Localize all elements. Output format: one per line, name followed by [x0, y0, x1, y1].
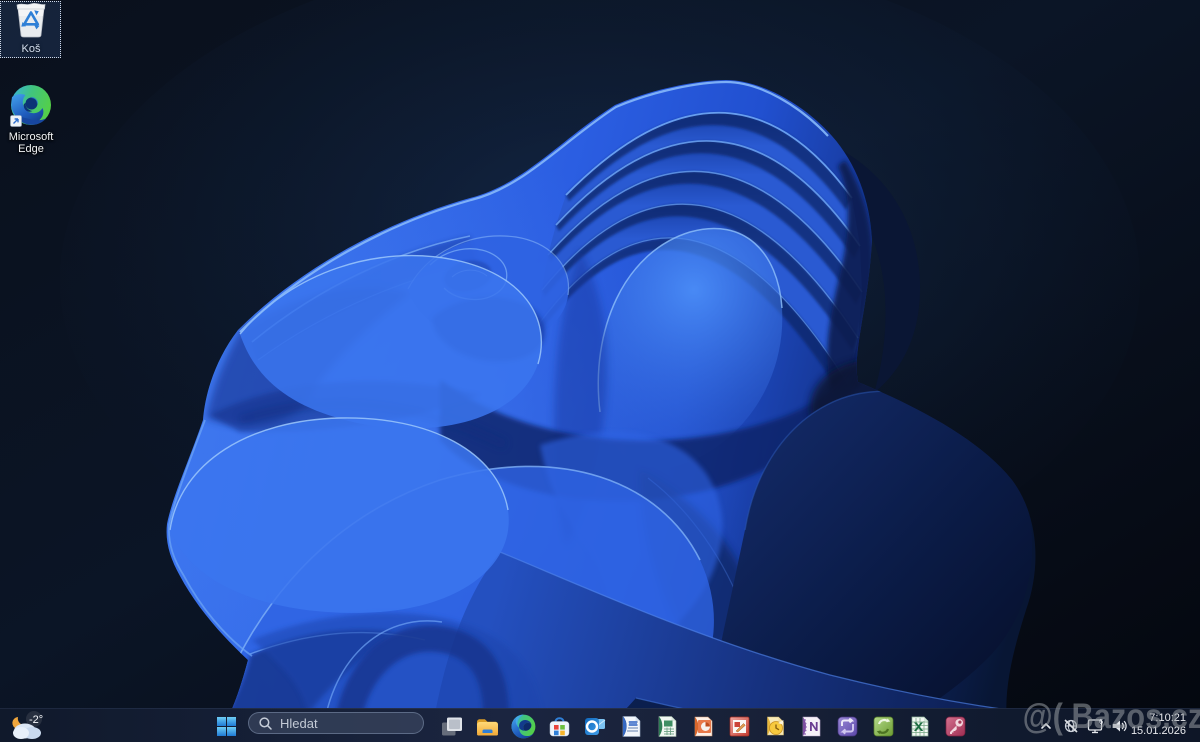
svg-text:-2°: -2° [29, 714, 43, 726]
